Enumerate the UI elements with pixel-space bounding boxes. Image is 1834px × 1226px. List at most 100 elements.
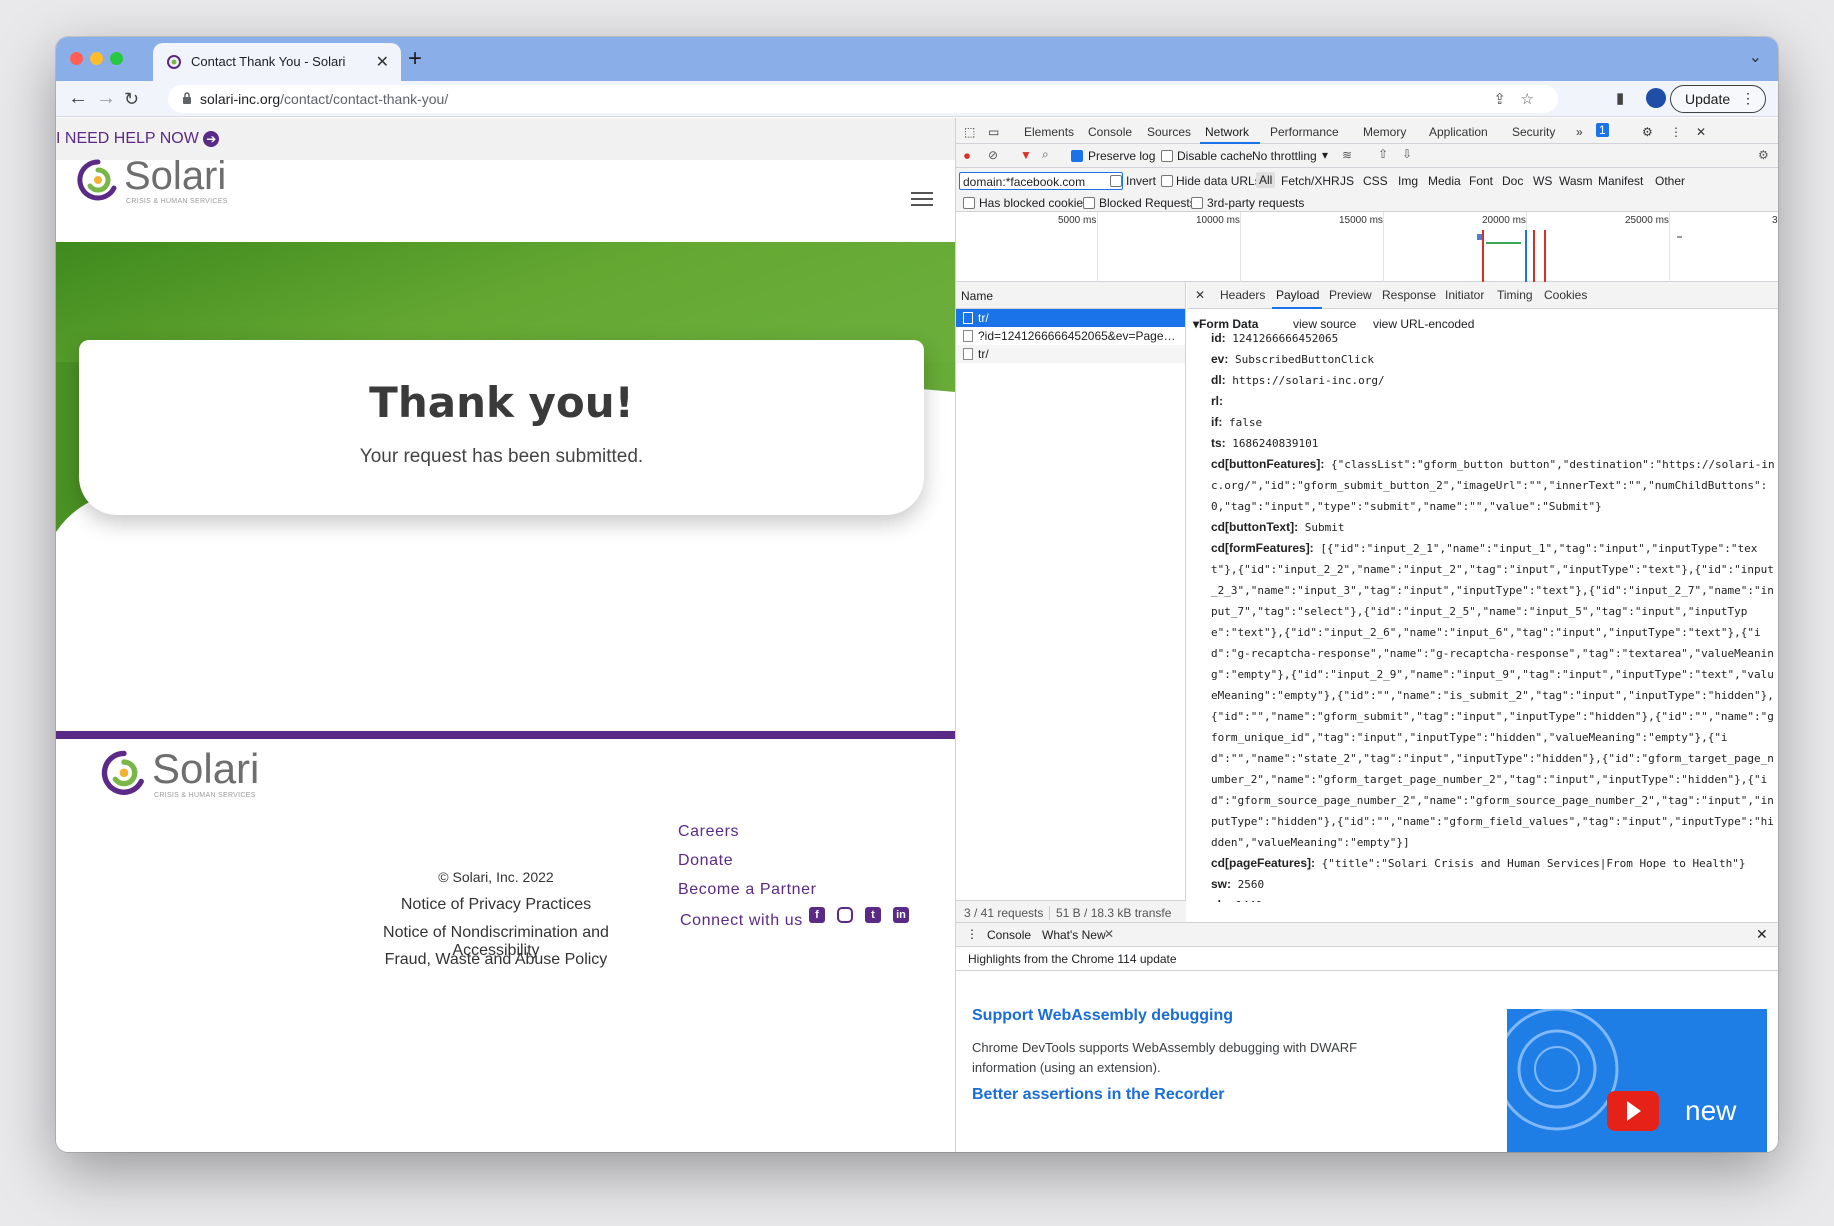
- network-settings-icon[interactable]: ⚙: [1758, 148, 1769, 162]
- form-field-key: ts:: [1211, 436, 1226, 450]
- type-filter-css[interactable]: CSS: [1363, 174, 1388, 188]
- tab-initiator[interactable]: Initiator: [1445, 288, 1484, 302]
- filter-icon[interactable]: ▼: [1020, 148, 1032, 162]
- back-button[interactable]: ←: [68, 87, 88, 110]
- settings-gear-icon[interactable]: ⚙: [1642, 125, 1653, 139]
- drawer-menu-icon[interactable]: ⋮: [966, 927, 978, 941]
- browser-tab[interactable]: Contact Thank You - Solari ✕: [153, 43, 401, 81]
- issues-count: 1: [1599, 123, 1606, 137]
- close-tab-icon[interactable]: ✕: [376, 52, 389, 72]
- hamburger-menu-icon[interactable]: [911, 192, 933, 210]
- invert-checkbox[interactable]: [1110, 175, 1122, 187]
- instagram-icon[interactable]: [837, 907, 853, 923]
- drawer-tab-whats-new[interactable]: What's New: [1042, 928, 1106, 942]
- tab-response[interactable]: Response: [1382, 288, 1436, 302]
- tab-console[interactable]: Console: [1088, 125, 1132, 139]
- drawer-tab-console[interactable]: Console: [987, 928, 1031, 942]
- tab-elements[interactable]: Elements: [1024, 125, 1074, 139]
- form-field-key: cd[buttonText]:: [1211, 520, 1299, 534]
- share-icon[interactable]: ⇪: [1493, 90, 1506, 108]
- more-menu-icon[interactable]: ⋮: [1741, 90, 1755, 107]
- throttling-select[interactable]: No throttling: [1252, 149, 1317, 163]
- bookmark-star-icon[interactable]: ☆: [1521, 90, 1534, 108]
- zoom-window-button[interactable]: [110, 52, 123, 65]
- whats-new-item-title[interactable]: Better assertions in the Recorder: [972, 1086, 1225, 1104]
- type-filter-font[interactable]: Font: [1469, 174, 1493, 188]
- network-overview-timeline[interactable]: 5000 ms 10000 ms 15000 ms 20000 ms 25000…: [956, 212, 1778, 282]
- tab-performance[interactable]: Performance: [1270, 125, 1339, 139]
- close-devtools-icon[interactable]: ✕: [1696, 125, 1706, 139]
- clear-icon[interactable]: ⊘: [988, 148, 998, 162]
- type-filter-other[interactable]: Other: [1655, 174, 1685, 188]
- type-filter-manifest[interactable]: Manifest: [1598, 174, 1643, 188]
- type-filter-doc[interactable]: Doc: [1502, 174, 1523, 188]
- more-tabs-icon[interactable]: »: [1576, 125, 1583, 139]
- filter-input[interactable]: domain:*facebook.com ⊗: [959, 172, 1123, 190]
- import-har-icon[interactable]: ⇧: [1378, 147, 1388, 161]
- request-row[interactable]: tr/: [956, 309, 1185, 327]
- careers-link[interactable]: Careers: [678, 823, 739, 841]
- request-row[interactable]: tr/: [956, 345, 1185, 363]
- address-bar[interactable]: solari-inc.org/contact/contact-thank-you…: [168, 85, 1558, 113]
- close-window-button[interactable]: [70, 52, 83, 65]
- facebook-icon[interactable]: f: [809, 907, 825, 923]
- close-whats-new-icon[interactable]: ✕: [1104, 927, 1114, 941]
- update-button[interactable]: Update ⋮: [1670, 85, 1766, 113]
- become-partner-link[interactable]: Become a Partner: [678, 881, 817, 899]
- name-column-header[interactable]: Name: [956, 282, 1185, 309]
- whats-new-item-title[interactable]: Support WebAssembly debugging: [972, 1007, 1233, 1025]
- type-filter-fetch[interactable]: Fetch/XHR: [1281, 174, 1340, 188]
- tab-payload[interactable]: Payload: [1276, 288, 1319, 302]
- linkedin-icon[interactable]: in: [893, 907, 909, 923]
- tab-cookies[interactable]: Cookies: [1544, 288, 1587, 302]
- header-logo[interactable]: Solari CRISIS & HUMAN SERVICES: [76, 154, 236, 212]
- minimize-window-button[interactable]: [90, 52, 103, 65]
- network-conditions-icon[interactable]: ≋: [1342, 148, 1352, 162]
- tab-timing[interactable]: Timing: [1497, 288, 1533, 302]
- disable-cache-checkbox[interactable]: [1161, 150, 1173, 162]
- reload-button[interactable]: ↻: [124, 89, 139, 110]
- new-tab-button[interactable]: +: [408, 45, 422, 73]
- tab-network[interactable]: Network: [1205, 125, 1249, 139]
- inspect-element-icon[interactable]: ⬚: [964, 125, 975, 139]
- tab-application[interactable]: Application: [1429, 125, 1488, 139]
- issues-badge[interactable]: 1: [1596, 123, 1609, 137]
- profile-avatar[interactable]: [1646, 88, 1666, 108]
- tab-preview[interactable]: Preview: [1329, 288, 1372, 302]
- tab-sources[interactable]: Sources: [1147, 125, 1191, 139]
- type-filter-ws[interactable]: WS: [1533, 174, 1552, 188]
- twitter-icon[interactable]: t: [865, 907, 881, 923]
- close-detail-icon[interactable]: ✕: [1195, 288, 1205, 302]
- export-har-icon[interactable]: ⇩: [1402, 147, 1412, 161]
- type-filter-all[interactable]: All: [1256, 172, 1276, 188]
- fraud-policy-link[interactable]: Fraud, Waste and Abuse Policy: [346, 951, 646, 969]
- footer-logo[interactable]: Solari CRISIS & HUMAN SERVICES: [100, 745, 280, 807]
- search-icon[interactable]: ⌕: [1042, 147, 1049, 162]
- type-filter-img[interactable]: Img: [1398, 174, 1418, 188]
- tab-security[interactable]: Security: [1512, 125, 1555, 139]
- third-party-checkbox[interactable]: [1191, 197, 1203, 209]
- forward-button[interactable]: →: [96, 87, 116, 110]
- side-panel-icon[interactable]: ▮: [1616, 89, 1624, 107]
- blocked-requests-checkbox[interactable]: [1083, 197, 1095, 209]
- tab-headers[interactable]: Headers: [1220, 288, 1265, 302]
- whats-new-video-thumbnail[interactable]: new: [1507, 1009, 1767, 1152]
- tab-search-chevron-icon[interactable]: ⌄: [1749, 47, 1762, 67]
- donate-link[interactable]: Donate: [678, 852, 733, 870]
- privacy-practices-link[interactable]: Notice of Privacy Practices: [346, 896, 646, 914]
- devtools-more-icon[interactable]: ⋮: [1670, 125, 1682, 139]
- device-toolbar-icon[interactable]: ▭: [988, 125, 999, 139]
- preserve-log-checkbox[interactable]: [1071, 150, 1083, 162]
- type-filter-media[interactable]: Media: [1428, 174, 1461, 188]
- throttling-dropdown-icon[interactable]: ▾: [1322, 148, 1328, 162]
- record-icon[interactable]: ⏺: [964, 149, 970, 164]
- type-filter-js[interactable]: JS: [1340, 174, 1354, 188]
- has-blocked-cookies-checkbox[interactable]: [963, 197, 975, 209]
- type-filter-wasm[interactable]: Wasm: [1559, 174, 1593, 188]
- help-now-link[interactable]: I NEED HELP NOW ➔: [56, 130, 220, 148]
- hide-data-urls-checkbox[interactable]: [1161, 175, 1173, 187]
- request-row[interactable]: ?id=1241266666452065&ev=Page…: [956, 327, 1185, 345]
- tab-memory[interactable]: Memory: [1363, 125, 1406, 139]
- close-drawer-icon[interactable]: ✕: [1756, 926, 1768, 943]
- form-field-value: 2560: [1237, 878, 1265, 891]
